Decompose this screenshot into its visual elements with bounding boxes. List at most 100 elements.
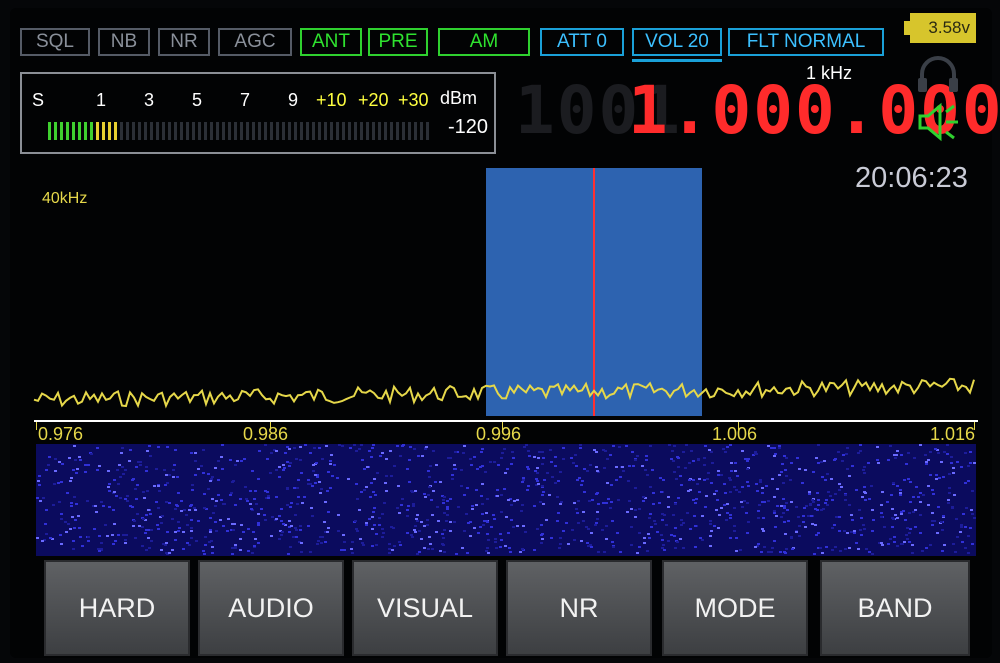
am-mode-toggle[interactable]: AM <box>438 28 530 56</box>
s-meter-segment <box>198 122 201 140</box>
s-meter-segment <box>84 122 87 140</box>
s-meter-segment <box>102 122 105 140</box>
s-meter-segment <box>204 122 207 140</box>
s-scale-label: +30 <box>398 90 429 110</box>
s-meter-segment <box>318 122 321 140</box>
s-meter-segment <box>360 122 363 140</box>
s-meter-segment <box>384 122 387 140</box>
s-meter-segment <box>150 122 153 140</box>
s-meter-segment <box>258 122 261 140</box>
s-scale-label: 9 <box>288 90 299 110</box>
s-meter-segment <box>264 122 267 140</box>
filter-toggle[interactable]: FLT NORMAL <box>728 28 884 56</box>
s-meter-unit: dBm <box>440 88 478 108</box>
vol-toggle[interactable]: VOL 20 <box>632 28 722 62</box>
s-meter-segment <box>72 122 75 140</box>
axis-label: 0.976 <box>38 424 84 444</box>
s-meter-segment <box>342 122 345 140</box>
s-meter-segment <box>306 122 309 140</box>
s-meter-segment <box>354 122 357 140</box>
s-meter-segment <box>246 122 249 140</box>
s-meter-segment <box>390 122 393 140</box>
s-meter-segment <box>48 122 51 140</box>
s-scale-label: +20 <box>358 90 389 110</box>
s-meter-segment <box>174 122 177 140</box>
s-meter-segment <box>210 122 213 140</box>
att-toggle[interactable]: ATT 0 <box>540 28 624 56</box>
nr-toggle[interactable]: NR <box>158 28 210 56</box>
s-meter-reading: -120 <box>448 116 489 138</box>
s-scale-label: 7 <box>240 90 251 110</box>
s-meter-segment <box>378 122 381 140</box>
s-meter-bar <box>48 122 432 140</box>
s-meter-segment <box>396 122 399 140</box>
hard-button[interactable]: HARD <box>44 560 190 656</box>
s-meter-segment <box>240 122 243 140</box>
s-meter-segment <box>234 122 237 140</box>
s-meter-segment <box>66 122 69 140</box>
band-button[interactable]: BAND <box>820 560 970 656</box>
s-meter-segment <box>222 122 225 140</box>
s-meter-segment <box>270 122 273 140</box>
s-meter-segment <box>402 122 405 140</box>
ant-toggle[interactable]: ANT <box>300 28 362 56</box>
s-meter-segment <box>414 122 417 140</box>
visual-button[interactable]: VISUAL <box>352 560 498 656</box>
s-meter-segment <box>138 122 141 140</box>
nb-toggle[interactable]: NB <box>98 28 150 56</box>
s-meter-segment <box>408 122 411 140</box>
sql-toggle[interactable]: SQL <box>20 28 90 56</box>
nr-button[interactable]: NR <box>506 560 652 656</box>
tuning-step[interactable]: 1 kHz <box>806 63 852 84</box>
s-meter-segment <box>276 122 279 140</box>
s-meter-segment <box>90 122 93 140</box>
s-meter-segment <box>228 122 231 140</box>
s-meter-segment <box>252 122 255 140</box>
s-meter-segment <box>420 122 423 140</box>
s-meter-segment <box>54 122 57 140</box>
s-meter-segment <box>156 122 159 140</box>
s-meter-segment <box>114 122 117 140</box>
speaker-icon[interactable] <box>916 100 964 144</box>
s-meter-segment <box>348 122 351 140</box>
agc-toggle[interactable]: AGC <box>218 28 292 56</box>
s-meter-segment <box>330 122 333 140</box>
axis-label: 0.986 <box>243 424 289 444</box>
battery-icon: 3.58v <box>910 13 976 43</box>
s-meter-segment <box>144 122 147 140</box>
s-meter-segment <box>192 122 195 140</box>
s-meter-segment <box>120 122 123 140</box>
axis-label: 1.016 <box>930 424 976 444</box>
s-scale-label: 1 <box>96 90 107 110</box>
s-meter-segment <box>372 122 375 140</box>
s-meter-segment <box>366 122 369 140</box>
axis-label: 0.996 <box>476 424 522 444</box>
waterfall-display[interactable] <box>36 444 976 556</box>
s-meter-segment <box>126 122 129 140</box>
axis-label: 1.006 <box>712 424 758 444</box>
s-meter-segment <box>324 122 327 140</box>
s-scale-label: S <box>32 90 45 110</box>
s-meter-segment <box>288 122 291 140</box>
s-scale-label: +10 <box>316 90 347 110</box>
s-meter-segment <box>162 122 165 140</box>
s-meter-segment <box>336 122 339 140</box>
s-meter-segment <box>168 122 171 140</box>
spectrum-display[interactable] <box>24 168 984 420</box>
s-meter-segment <box>108 122 111 140</box>
s-meter-segment <box>216 122 219 140</box>
mode-button[interactable]: MODE <box>662 560 808 656</box>
s-meter-segment <box>186 122 189 140</box>
s-meter-segment <box>78 122 81 140</box>
s-meter-segment <box>96 122 99 140</box>
s-meter-segment <box>282 122 285 140</box>
audio-button[interactable]: AUDIO <box>198 560 344 656</box>
s-scale-label: 3 <box>144 90 155 110</box>
pre-toggle[interactable]: PRE <box>368 28 428 56</box>
frequency-axis <box>34 420 978 422</box>
span-label: 40kHz <box>42 190 88 207</box>
s-meter-segment <box>300 122 303 140</box>
s-meter-segment <box>426 122 429 140</box>
s-scale-label: 5 <box>192 90 203 110</box>
s-meter: S 1 3 5 7 9 +10 +20 +30 dBm -120 <box>20 72 496 154</box>
